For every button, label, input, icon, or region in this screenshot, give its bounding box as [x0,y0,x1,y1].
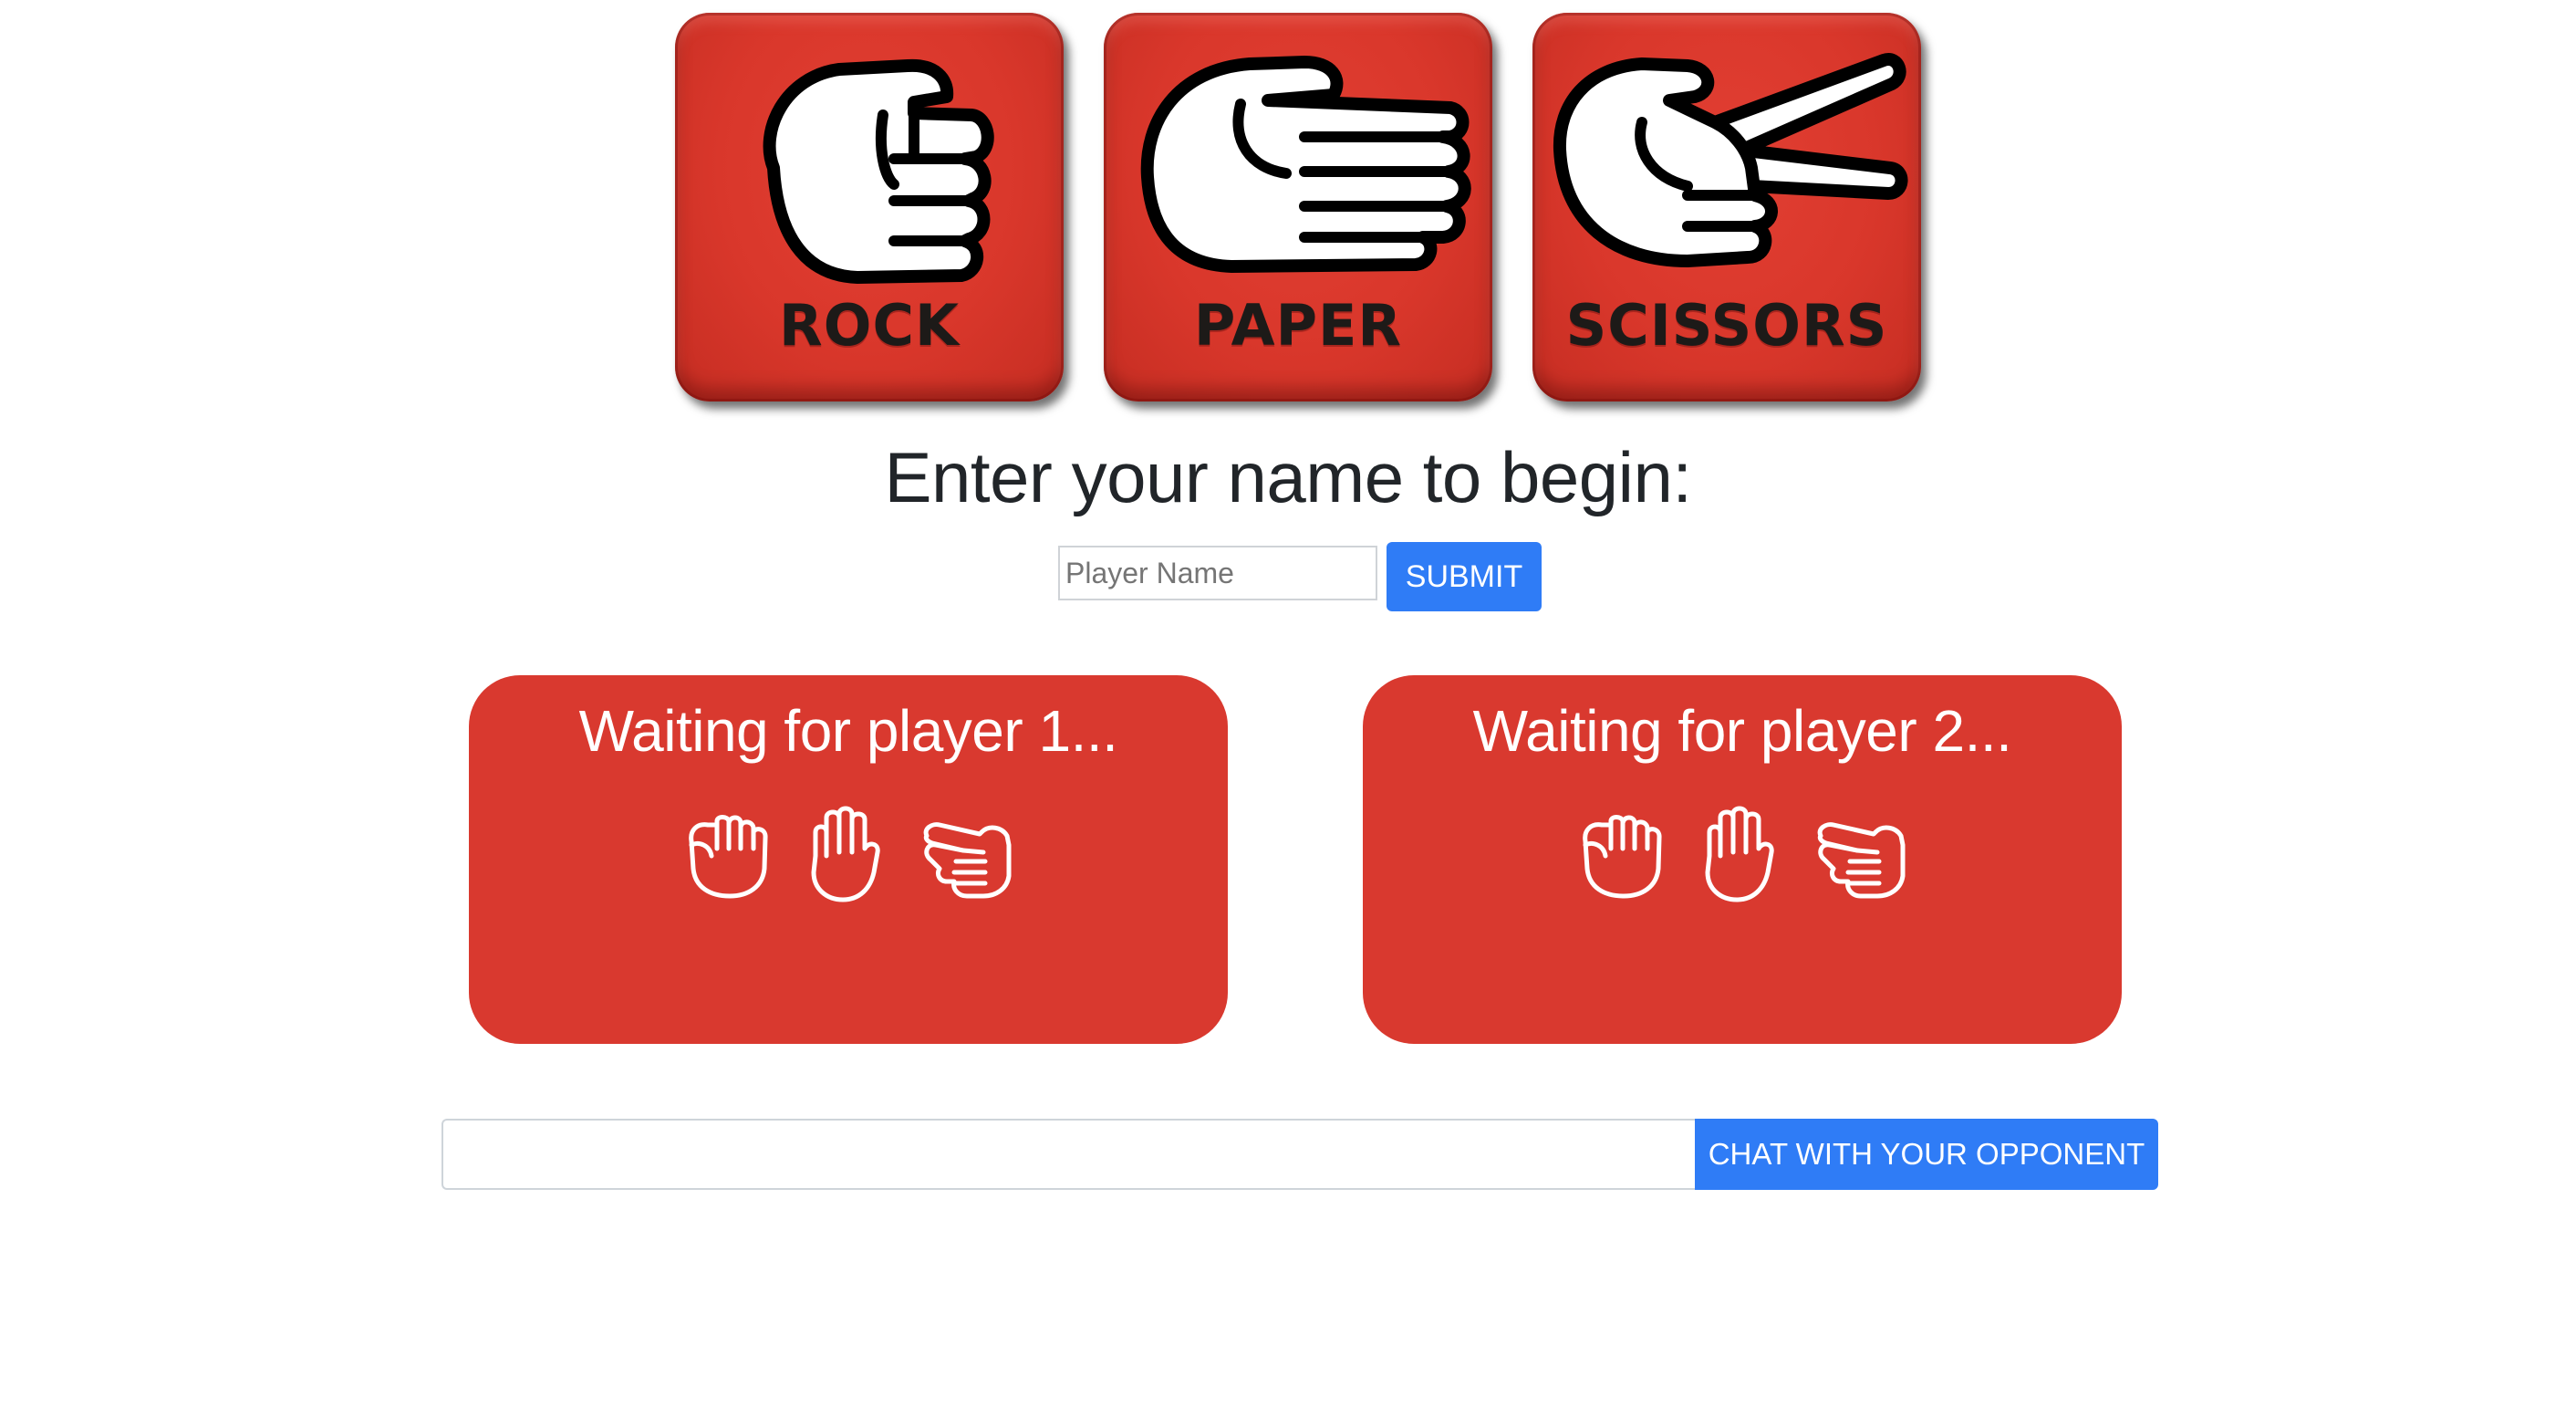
rock-logo-tile: ROCK [675,13,1064,401]
submit-button[interactable]: SUBMIT [1387,542,1542,611]
scissors-logo-label: SCISSORS [1565,292,1888,359]
player-name-input[interactable] [1058,546,1377,600]
chat-send-button[interactable]: CHAT WITH YOUR OPPONENT [1695,1119,2158,1190]
rock-icon[interactable] [679,805,779,905]
scissors-icon[interactable] [1813,805,1914,905]
player-1-status: Waiting for player 1... [578,698,1118,764]
scissors-icon[interactable] [919,805,1020,905]
paper-icon[interactable] [1688,805,1788,905]
game-logo-banner: ROCK PAPER SCISSORS [0,13,2576,405]
rock-icon[interactable] [1573,805,1673,905]
paper-logo-label: PAPER [1193,292,1403,359]
player-2-panel: Waiting for player 2... [1363,675,2122,1044]
paper-icon[interactable] [794,805,894,905]
player-2-status: Waiting for player 2... [1472,698,2012,764]
rock-logo-label: ROCK [779,292,960,359]
player-2-choices [1363,805,2122,905]
chat-message-input[interactable] [441,1119,1697,1190]
scissors-logo-tile: SCISSORS [1532,13,1921,401]
page-title: Enter your name to begin: [884,437,1692,517]
paper-logo-tile: PAPER [1104,13,1492,401]
player-1-choices [469,805,1228,905]
player-1-panel: Waiting for player 1... [469,675,1228,1044]
